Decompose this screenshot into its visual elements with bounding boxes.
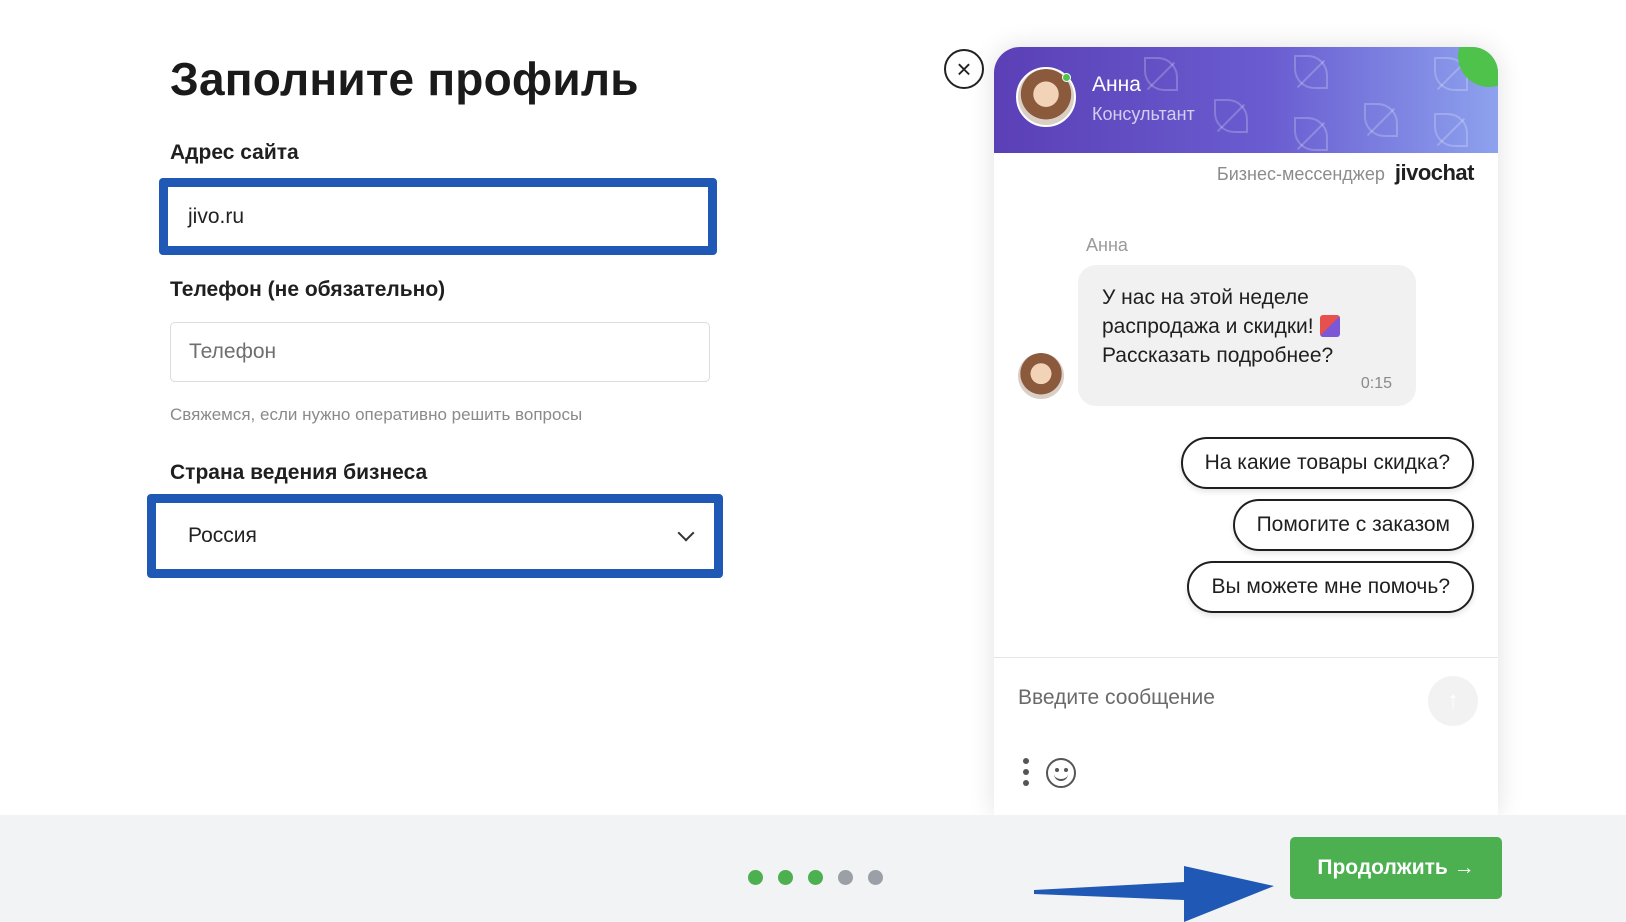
leaf-pattern-icon xyxy=(1434,113,1468,147)
message-line-2: распродажа и скидки! xyxy=(1102,312,1392,341)
country-label: Страна ведения бизнеса xyxy=(170,461,428,484)
step-dot xyxy=(838,870,853,885)
send-button[interactable]: ↑ xyxy=(1428,676,1478,726)
message-line: распродажа и скидки! xyxy=(1102,315,1314,338)
onboarding-screen: Заполните профиль Адрес сайта jivo.ru Те… xyxy=(0,0,1626,922)
country-select[interactable]: Россия xyxy=(170,505,710,567)
more-options-icon[interactable] xyxy=(1022,758,1030,786)
close-chat-button[interactable]: × xyxy=(944,49,984,89)
quick-reply-button[interactable]: Помогите с заказом xyxy=(1232,499,1474,551)
step-indicator xyxy=(748,870,883,885)
emoji-icon[interactable] xyxy=(1046,758,1076,788)
phone-input[interactable]: Телефон xyxy=(170,322,710,382)
phone-hint: Свяжемся, если нужно оперативно решить в… xyxy=(170,405,583,424)
footer-bar: Продолжить → xyxy=(0,815,1626,922)
online-status-icon xyxy=(1062,73,1071,82)
agent-role: Консультант xyxy=(1092,104,1195,124)
shopping-bag-icon xyxy=(1319,315,1340,337)
message-avatar xyxy=(1018,353,1064,399)
close-icon: × xyxy=(956,54,972,84)
pointer-arrow-icon xyxy=(1034,866,1274,922)
site-input[interactable]: jivo.ru xyxy=(170,189,706,244)
leaf-pattern-icon xyxy=(1364,103,1398,137)
brand-tagline: Бизнес-мессенджер xyxy=(1216,164,1385,184)
phone-label: Телефон (не обязательно) xyxy=(170,278,446,301)
country-select-value: Россия xyxy=(188,524,257,547)
chevron-down-icon xyxy=(677,524,695,542)
chat-widget: Анна Консультант Бизнес-мессенджер jivoc… xyxy=(994,47,1498,815)
quick-reply-button[interactable]: На какие товары скидка? xyxy=(1180,437,1474,489)
message-bubble: У нас на этой неделе распродажа и скидки… xyxy=(1078,265,1416,406)
chat-header: Анна Консультант xyxy=(994,47,1498,153)
step-dot xyxy=(868,870,883,885)
step-dot xyxy=(808,870,823,885)
message-input[interactable]: Введите сообщение xyxy=(1018,686,1215,710)
chat-input-area: Введите сообщение ↑ xyxy=(994,657,1498,815)
brand-row: Бизнес-мессенджер jivochat xyxy=(1216,160,1475,186)
message-line: У нас на этой неделе xyxy=(1102,286,1309,309)
site-label: Адрес сайта xyxy=(170,141,299,164)
message-sender: Анна xyxy=(1086,235,1128,255)
quick-reply-button[interactable]: Вы можете мне помочь? xyxy=(1187,561,1474,613)
arrow-up-icon: ↑ xyxy=(1447,687,1459,714)
agent-name: Анна xyxy=(1092,73,1141,96)
jivochat-logo: jivochat xyxy=(1394,160,1475,185)
leaf-pattern-icon xyxy=(1214,99,1248,133)
leaf-pattern-icon xyxy=(1144,57,1178,91)
leaf-pattern-icon xyxy=(1294,117,1328,151)
step-dot xyxy=(748,870,763,885)
site-input-value: jivo.ru xyxy=(188,204,245,228)
continue-button[interactable]: Продолжить → xyxy=(1290,837,1502,899)
message-line: Рассказать подробнее? xyxy=(1102,344,1334,367)
step-dot xyxy=(778,870,793,885)
page-title: Заполните профиль xyxy=(170,53,639,105)
leaf-pattern-icon xyxy=(1294,55,1328,89)
phone-input-placeholder: Телефон xyxy=(189,340,277,363)
message-time: 0:15 xyxy=(1360,375,1392,392)
